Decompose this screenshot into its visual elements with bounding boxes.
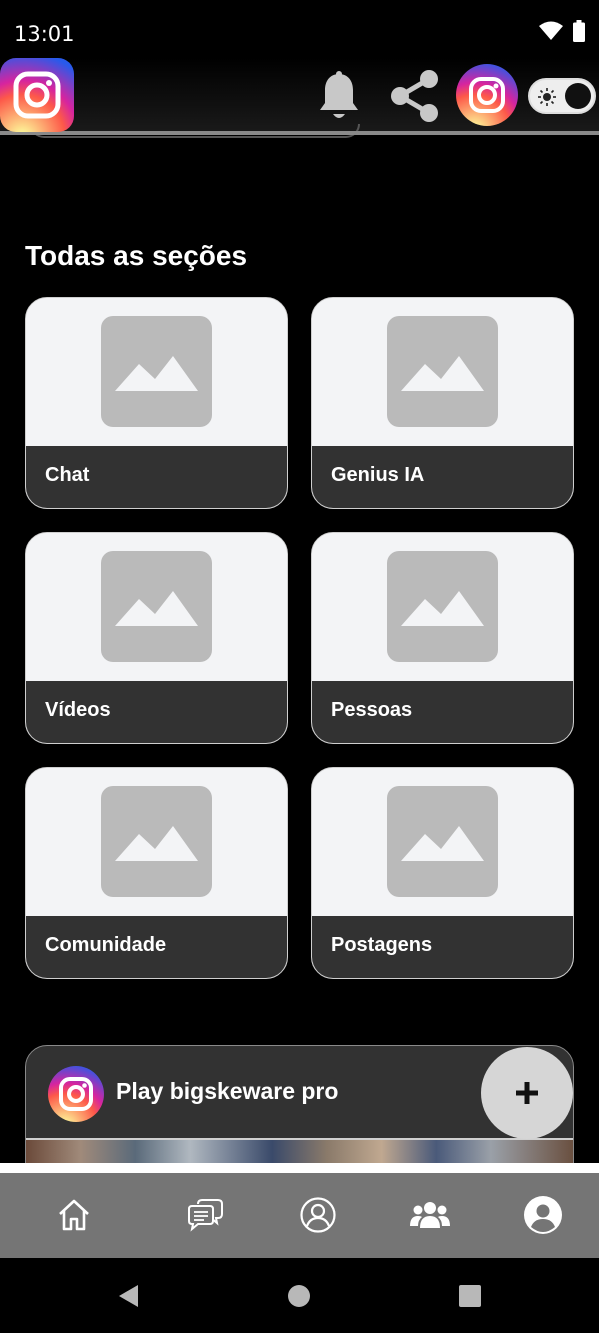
section-card-pessoas[interactable]: Pessoas bbox=[311, 532, 574, 744]
bottom-nav-top-border bbox=[0, 1163, 599, 1173]
profile-icon[interactable] bbox=[521, 1193, 565, 1237]
section-card-chat[interactable]: Chat bbox=[25, 297, 288, 509]
instagram-profile-icon[interactable] bbox=[456, 64, 518, 126]
system-nav-bar bbox=[0, 1258, 599, 1333]
card-label: Genius IA bbox=[331, 464, 425, 486]
plus-icon bbox=[516, 1082, 538, 1104]
card-label: Comunidade bbox=[45, 934, 167, 956]
section-card-comunidade[interactable]: Comunidade bbox=[25, 767, 288, 979]
bell-icon[interactable] bbox=[314, 68, 364, 124]
wifi-icon bbox=[539, 21, 563, 40]
bottom-nav bbox=[0, 1173, 599, 1258]
image-placeholder-icon bbox=[387, 786, 498, 897]
status-icons bbox=[539, 20, 585, 42]
card-label: Vídeos bbox=[45, 699, 111, 721]
image-placeholder-icon bbox=[387, 316, 498, 427]
add-button[interactable] bbox=[481, 1047, 573, 1139]
status-bar: 13:01 bbox=[0, 0, 599, 62]
share-icon[interactable] bbox=[386, 66, 442, 126]
section-card-postagens[interactable]: Postagens bbox=[311, 767, 574, 979]
instagram-icon bbox=[48, 1066, 104, 1122]
promo-title: Play bigskeware pro bbox=[116, 1078, 339, 1104]
card-label: Chat bbox=[45, 464, 90, 486]
image-placeholder-icon bbox=[387, 551, 498, 662]
image-placeholder-icon bbox=[101, 316, 212, 427]
home-circle-icon[interactable] bbox=[287, 1284, 311, 1308]
image-placeholder-icon bbox=[101, 786, 212, 897]
recents-icon[interactable] bbox=[458, 1284, 482, 1308]
chat-bubbles-icon[interactable] bbox=[183, 1193, 227, 1237]
battery-icon bbox=[573, 20, 585, 42]
toggle-knob bbox=[565, 83, 591, 109]
theme-toggle[interactable] bbox=[528, 78, 596, 114]
section-card-videos[interactable]: Vídeos bbox=[25, 532, 288, 744]
header-divider bbox=[0, 131, 599, 135]
home-icon[interactable] bbox=[52, 1193, 96, 1237]
sun-icon bbox=[538, 88, 556, 106]
card-label: Postagens bbox=[331, 934, 433, 956]
group-icon[interactable] bbox=[408, 1193, 452, 1237]
image-placeholder-icon bbox=[101, 551, 212, 662]
section-card-genius-ia[interactable]: Genius IA bbox=[311, 297, 574, 509]
back-icon[interactable] bbox=[116, 1284, 140, 1308]
user-icon[interactable] bbox=[296, 1193, 340, 1237]
status-time: 13:01 bbox=[14, 22, 75, 46]
instagram-icon[interactable] bbox=[0, 58, 74, 132]
card-label: Pessoas bbox=[331, 699, 413, 721]
section-title: Todas as seções bbox=[25, 240, 248, 271]
